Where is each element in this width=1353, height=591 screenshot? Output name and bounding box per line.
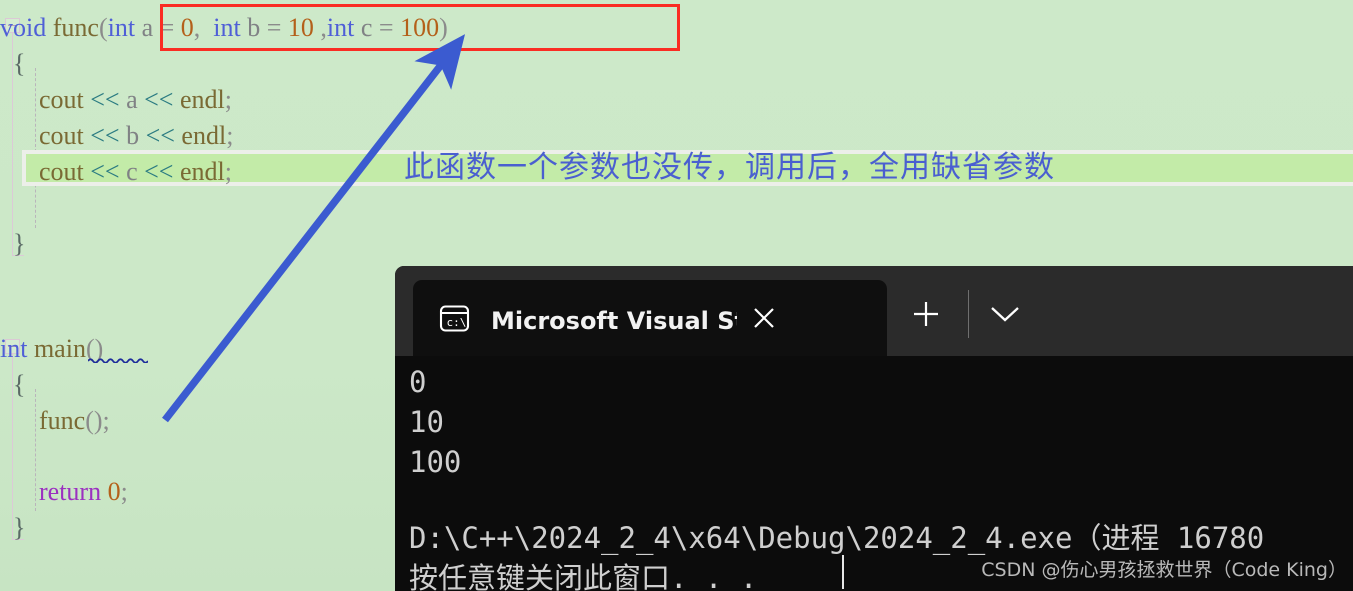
code-token: func [0,406,86,435]
code-token: , [313,13,327,42]
code-token: << [90,157,127,186]
code-token: (); [85,406,110,435]
code-token: ; [120,477,128,506]
code-token: << [90,85,127,114]
out-10: 10 [409,405,444,439]
console-text-caret [842,555,844,589]
code-token: a [141,13,160,42]
line-cout-a[interactable]: cout << a << endl; [0,82,232,118]
code-token: b [247,13,267,42]
line-cout-b[interactable]: cout << b << endl; [0,118,233,154]
code-token: int [326,13,361,42]
code-token: } [0,513,26,542]
code-token: endl [181,121,227,150]
code-token: 0 [107,477,121,506]
screenshot-root: void func(int a = 0, int b = 10 ,int c =… [0,0,1353,591]
console-tab-strip[interactable]: c:\ Microsoft Visual Studio 调试控 [395,266,1353,356]
console-output[interactable]: 0 10 100 D:\C++\2024_2_4\x64\Debug\2024_2_4… [395,356,1353,591]
tabstrip-divider [968,290,969,338]
console-window[interactable]: c:\ Microsoft Visual Studio 调试控 [395,266,1353,591]
code-token: cout [0,85,91,114]
code-token: void [0,13,53,42]
code-token: } [0,229,26,258]
code-token: { [0,49,26,78]
out-100: 100 [409,445,462,479]
annotation-note: 此函数一个参数也没传，调用后，全用缺省参数 [404,150,1055,185]
svg-text:c:\: c:\ [447,316,467,329]
code-token: ) [439,13,448,42]
code-token: c [360,13,379,42]
out-prompt: 按任意键关闭此窗口. . . [409,561,758,591]
code-token: int [213,13,248,42]
code-token: 0 [180,13,194,42]
out-path: D:\C++\2024_2_4\x64\Debug\2024_2_4.exe（进… [409,521,1265,555]
code-token: ; [224,157,232,186]
code-token: endl [179,157,225,186]
line-main-open-brace[interactable]: { [0,367,25,403]
close-icon[interactable] [747,301,781,335]
chevron-down-icon[interactable] [970,296,1040,330]
code-token: = [266,13,288,42]
line-return[interactable]: return 0; [0,474,128,510]
code-token: 100 [400,13,440,42]
code-token: cout [0,121,91,150]
line-func-signature[interactable]: void func(int a = 0, int b = 10 ,int c =… [0,10,448,46]
code-token: c [126,157,145,186]
line-main-close-brace[interactable]: } [0,510,25,546]
code-token: << [90,121,127,150]
code-token: << [144,157,180,186]
new-tab-icon[interactable] [908,296,944,332]
code-token: ; [226,121,234,150]
out-0: 0 [409,365,427,399]
terminal-cmd-icon: c:\ [439,303,470,334]
console-tab-title: Microsoft Visual Studio 调试控 [491,306,737,335]
code-token: , [193,13,214,42]
code-token: func [52,13,99,42]
code-token: = [378,13,401,42]
console-tab-active[interactable]: c:\ Microsoft Visual Studio 调试控 [413,280,887,356]
code-token: ( [98,13,108,42]
code-token: a [126,85,145,114]
code-token: int [0,334,34,363]
line-cout-c[interactable]: cout << c << endl; [0,154,232,190]
error-squiggle-main [88,357,148,363]
line-func-close-brace[interactable]: } [0,226,25,262]
code-token: << [145,121,182,150]
code-token: return [0,477,108,506]
code-token: int [107,13,142,42]
code-token: 10 [287,13,314,42]
code-token: main [33,334,86,363]
code-token: b [126,121,146,150]
code-token: { [0,370,26,399]
code-token: endl [179,85,225,114]
line-func-open-brace[interactable]: { [0,46,25,82]
code-token: = [159,13,181,42]
code-token: cout [0,157,91,186]
code-token: << [144,85,180,114]
watermark-text: CSDN @伤心男孩拯救世界（Code King） [981,559,1347,581]
code-token: ; [224,85,232,114]
line-func-call[interactable]: func(); [0,403,110,439]
